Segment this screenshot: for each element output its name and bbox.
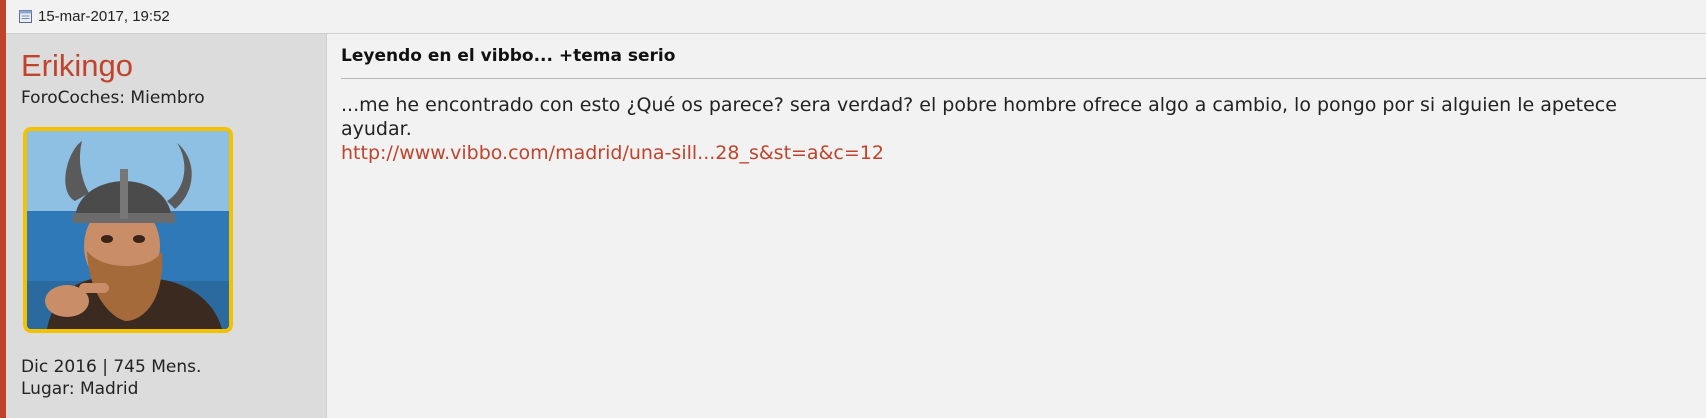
user-title: ForoCoches: Miembro xyxy=(21,88,205,108)
user-info-panel: Erikingo ForoCoches: Miembro Dic 2016 | … xyxy=(6,34,327,418)
username-link[interactable]: Erikingo xyxy=(21,48,133,84)
user-location: Lugar: Madrid xyxy=(21,379,139,399)
forum-post: 15-mar-2017, 19:52 Erikingo ForoCoches: … xyxy=(0,0,1706,418)
title-divider xyxy=(341,78,1706,79)
post-date: 15-mar-2017, 19:52 xyxy=(38,8,170,25)
document-icon xyxy=(18,9,33,24)
user-join-info: Dic 2016 | 745 Mens. xyxy=(21,357,202,377)
post-header: 15-mar-2017, 19:52 xyxy=(6,0,1706,34)
post-link[interactable]: http://www.vibbo.com/madrid/una-sill...2… xyxy=(341,141,884,165)
post-title: Leyendo en el vibbo... +tema serio xyxy=(341,46,676,66)
post-body: Erikingo ForoCoches: Miembro Dic 2016 | … xyxy=(6,34,1706,418)
avatar[interactable] xyxy=(23,127,233,333)
post-content: Leyendo en el vibbo... +tema serio ...me… xyxy=(327,34,1706,418)
post-message: ...me he encontrado con esto ¿Qué os par… xyxy=(341,94,1617,140)
